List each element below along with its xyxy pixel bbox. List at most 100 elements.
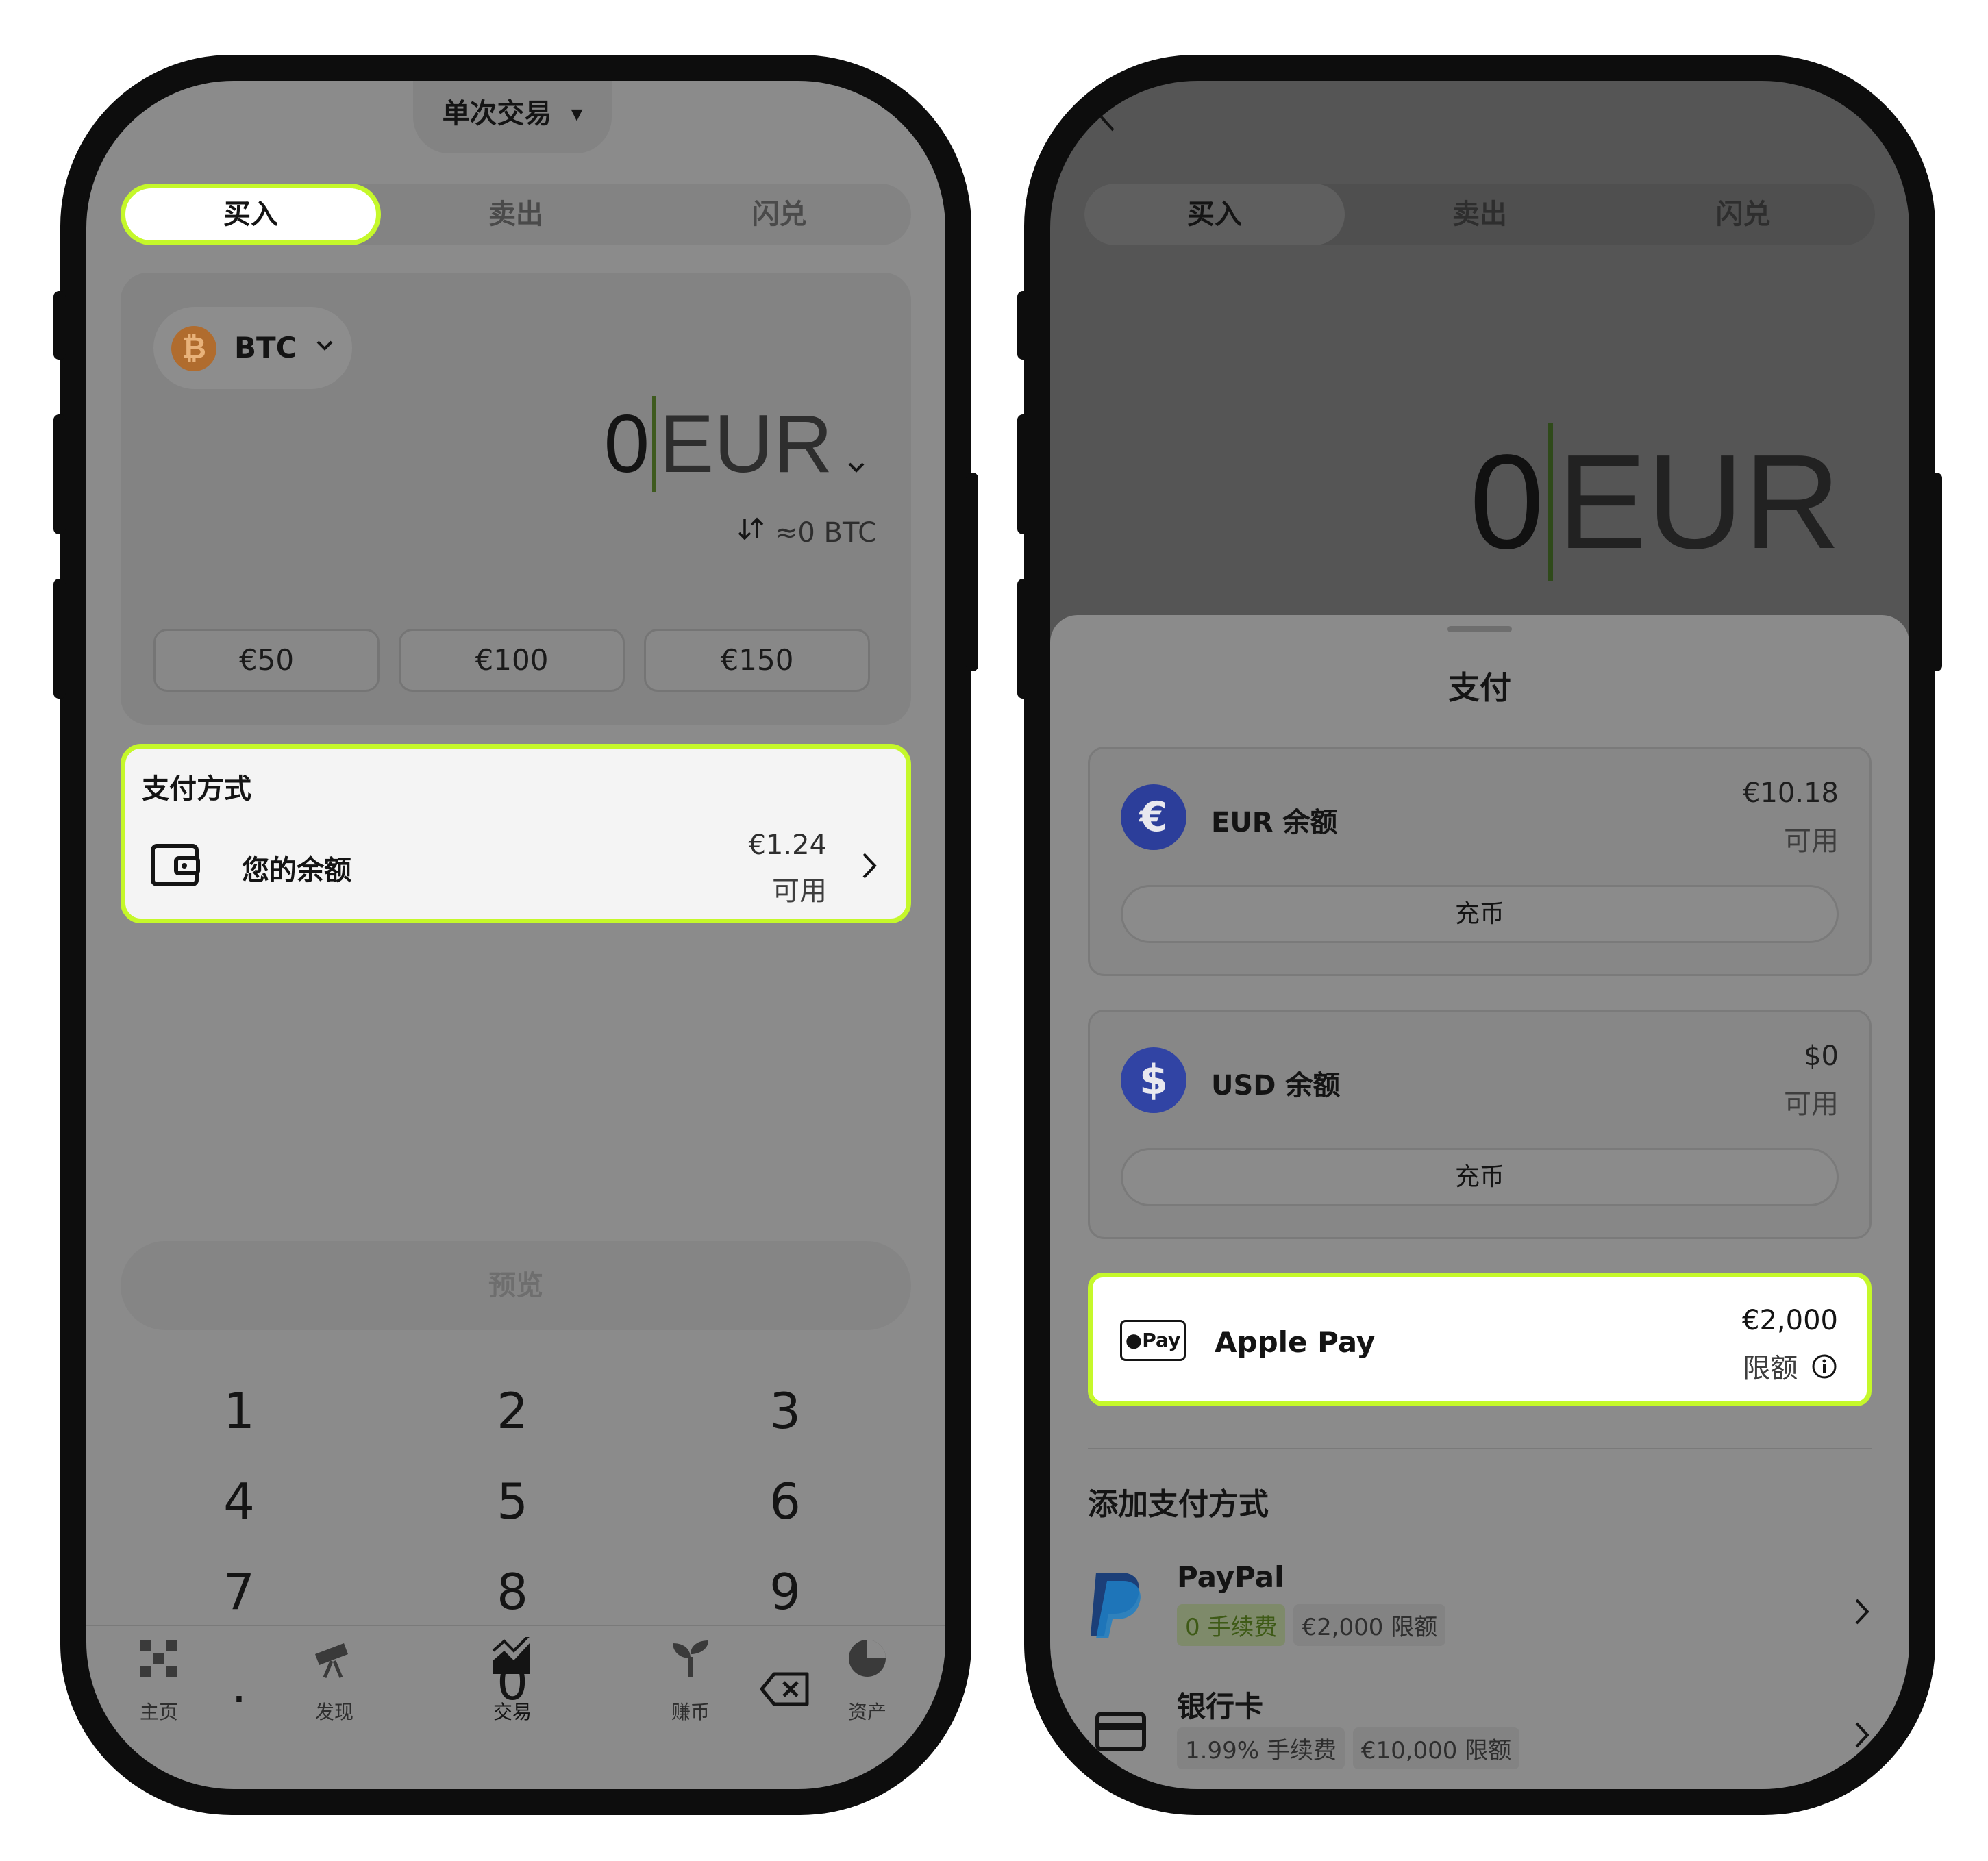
currency-label: EUR — [1557, 427, 1841, 577]
chart-icon — [490, 1633, 533, 1681]
chevron-down-icon — [312, 333, 337, 360]
swap-arrows-icon — [736, 514, 765, 555]
usd-balance-card[interactable]: $ USD 余额 $0 可用 充币 — [1088, 1010, 1872, 1239]
key-7[interactable]: 7 — [171, 1563, 308, 1621]
usd-deposit-button[interactable]: 充币 — [1121, 1148, 1839, 1206]
payment-balance-amount: €1.24 — [748, 829, 827, 861]
side-button — [966, 473, 978, 671]
paypal-limit-tag: €2,000 限额 — [1293, 1604, 1446, 1646]
nav-trade[interactable]: 交易 — [458, 1697, 567, 1725]
asset-label: BTC — [234, 331, 297, 364]
quick-amount-150[interactable]: €150 — [644, 629, 870, 692]
usd-balance-amount: $0 — [1804, 1040, 1839, 1072]
bank-card-fee-tag: 1.99% 手续费 — [1177, 1727, 1345, 1769]
mode-selector[interactable]: 单次交易 ▼ — [413, 81, 612, 153]
side-button — [53, 414, 66, 534]
nav-earn[interactable]: 赚币 — [636, 1697, 745, 1725]
asset-selector[interactable]: ₿ BTC — [153, 307, 352, 389]
payment-balance-status: 可用 — [772, 875, 827, 907]
tab-swap[interactable]: 闪兑 — [1611, 184, 1875, 245]
apple-logo-icon: ● — [1125, 1329, 1143, 1351]
btc-icon: ₿ — [171, 326, 216, 371]
eur-balance-amount: €10.18 — [1743, 777, 1839, 809]
key-5[interactable]: 5 — [444, 1473, 581, 1530]
dollar-coin-icon: $ — [1121, 1047, 1186, 1113]
payment-method-card[interactable]: 支付方式 您的余额 €1.24 可用 — [121, 744, 911, 923]
tab-buy[interactable]: 买入 — [1084, 184, 1345, 245]
key-3[interactable]: 3 — [717, 1382, 854, 1440]
tab-sell[interactable]: 卖出 — [1348, 184, 1612, 245]
key-2[interactable]: 2 — [444, 1382, 581, 1440]
sheet-handle[interactable] — [1447, 626, 1512, 632]
screen-left: 单次交易 ▼ 买入 卖出 闪兑 ₿ BTC 0 EUR ≈0 BTC €50 €… — [86, 81, 945, 1789]
chevron-right-icon — [858, 850, 879, 884]
key-6[interactable]: 6 — [717, 1473, 854, 1530]
conversion-row[interactable]: ≈0 BTC — [736, 512, 877, 553]
nav-home[interactable]: 主页 — [104, 1697, 214, 1725]
key-8[interactable]: 8 — [444, 1563, 581, 1621]
back-chevron-icon[interactable] — [1093, 95, 1120, 138]
paypal-option[interactable]: PayPal 0 手续费 €2,000 限额 — [1088, 1560, 1872, 1663]
apple-pay-amount: €2,000 — [1742, 1305, 1838, 1336]
phone-left: 单次交易 ▼ 买入 卖出 闪兑 ₿ BTC 0 EUR ≈0 BTC €50 €… — [53, 55, 978, 1815]
apple-pay-option[interactable]: ●Pay Apple Pay €2,000 限额 — [1088, 1273, 1872, 1406]
caret-down-icon: ▼ — [571, 106, 583, 123]
tab-swap[interactable]: 闪兑 — [647, 184, 911, 245]
text-cursor — [652, 396, 657, 492]
backspace-icon[interactable] — [759, 1670, 811, 1711]
nav-discover[interactable]: 发现 — [279, 1697, 389, 1725]
key-1[interactable]: 1 — [171, 1382, 308, 1440]
sheet-title: 支付 — [1448, 669, 1511, 706]
eur-balance-status: 可用 — [1784, 825, 1839, 857]
quick-amount-50[interactable]: €50 — [153, 629, 380, 692]
key-9[interactable]: 9 — [717, 1563, 854, 1621]
quick-amount-100[interactable]: €100 — [399, 629, 625, 692]
payment-method-title: 支付方式 — [142, 773, 251, 805]
divider — [1088, 1448, 1872, 1449]
preview-label: 预览 — [488, 1270, 543, 1301]
apple-pay-limit: 限额 — [1743, 1346, 1838, 1387]
side-button — [53, 579, 66, 699]
side-button — [1930, 473, 1942, 671]
currency-label: EUR — [659, 398, 833, 490]
apple-pay-badge: ●Pay — [1120, 1320, 1186, 1361]
side-button — [1017, 579, 1030, 699]
preview-button[interactable]: 预览 — [121, 1241, 911, 1330]
sprout-icon — [670, 1639, 711, 1682]
paypal-logo-icon — [1088, 1570, 1145, 1641]
nav-assets[interactable]: 资产 — [812, 1697, 922, 1725]
chevron-right-icon — [1851, 1596, 1872, 1630]
key-4[interactable]: 4 — [171, 1473, 308, 1530]
tab-sell[interactable]: 卖出 — [384, 184, 648, 245]
usd-balance-name: USD 余额 — [1211, 1070, 1341, 1101]
info-icon[interactable] — [1811, 1353, 1838, 1387]
bank-card-option[interactable]: 银行卡 1.99% 手续费 €10,000 限额 — [1088, 1684, 1872, 1786]
text-cursor — [1548, 423, 1554, 581]
paypal-name: PayPal — [1177, 1560, 1284, 1594]
eur-deposit-button[interactable]: 充币 — [1121, 885, 1839, 943]
amount-value: 0 — [604, 398, 650, 490]
chevron-right-icon — [1851, 1719, 1872, 1753]
amount-display[interactable]: 0 EUR — [604, 396, 870, 492]
pie-icon — [847, 1638, 888, 1682]
paypal-tags: 0 手续费 €2,000 限额 — [1177, 1604, 1454, 1646]
side-button — [53, 291, 66, 360]
chevron-down-icon[interactable] — [843, 453, 870, 484]
eur-balance-name: EUR 余额 — [1211, 807, 1338, 838]
tab-buy[interactable]: 买入 — [121, 184, 381, 245]
bottom-nav-divider — [86, 1625, 945, 1626]
eur-balance-card[interactable]: € EUR 余额 €10.18 可用 充币 — [1088, 747, 1872, 976]
grid-icon — [139, 1639, 179, 1682]
screen-right: 买入 卖出 闪兑 0EUR 支付 € EUR 余额 €10.18 可用 充币 $… — [1050, 81, 1909, 1789]
paypal-fee-tag: 0 手续费 — [1177, 1604, 1286, 1646]
credit-card-icon — [1095, 1711, 1147, 1755]
usd-balance-status: 可用 — [1784, 1088, 1839, 1120]
add-payment-title: 添加支付方式 — [1088, 1487, 1269, 1522]
phone-right: 买入 卖出 闪兑 0EUR 支付 € EUR 余额 €10.18 可用 充币 $… — [1017, 55, 1942, 1815]
bank-card-limit-tag: €10,000 限额 — [1352, 1727, 1520, 1769]
apple-pay-name: Apple Pay — [1215, 1325, 1376, 1359]
side-button — [1017, 414, 1030, 534]
bank-card-name: 银行卡 — [1177, 1690, 1264, 1723]
wallet-icon — [150, 842, 202, 891]
conversion-text: ≈0 BTC — [774, 517, 877, 549]
